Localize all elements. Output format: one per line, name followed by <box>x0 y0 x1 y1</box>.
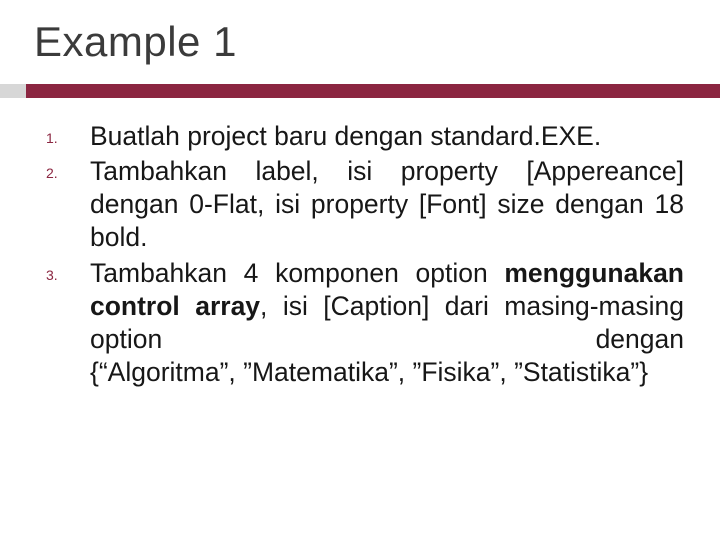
slide: Example 1 1. Buatlah project baru dengan… <box>0 0 720 540</box>
title-rule-accent <box>0 84 26 98</box>
list-item-number: 3. <box>46 257 90 283</box>
page-title: Example 1 <box>34 18 684 66</box>
list-item: 2. Tambahkan label, isi property [Appere… <box>46 155 684 254</box>
title-block: Example 1 <box>36 18 684 98</box>
list-item: 1. Buatlah project baru dengan standard.… <box>46 120 684 153</box>
title-rule <box>0 84 720 98</box>
ordered-list: 1. Buatlah project baru dengan standard.… <box>46 120 684 389</box>
list-item-text: Tambahkan 4 komponen option menggunakan … <box>90 257 684 390</box>
list-item-number: 2. <box>46 155 90 181</box>
list-item-text: Tambahkan label, isi property [Appereanc… <box>90 155 684 254</box>
list-item-text: Buatlah project baru dengan standard.EXE… <box>90 120 684 153</box>
list-item: 3. Tambahkan 4 komponen option menggunak… <box>46 257 684 390</box>
body: 1. Buatlah project baru dengan standard.… <box>36 120 684 389</box>
list-item-number: 1. <box>46 120 90 146</box>
